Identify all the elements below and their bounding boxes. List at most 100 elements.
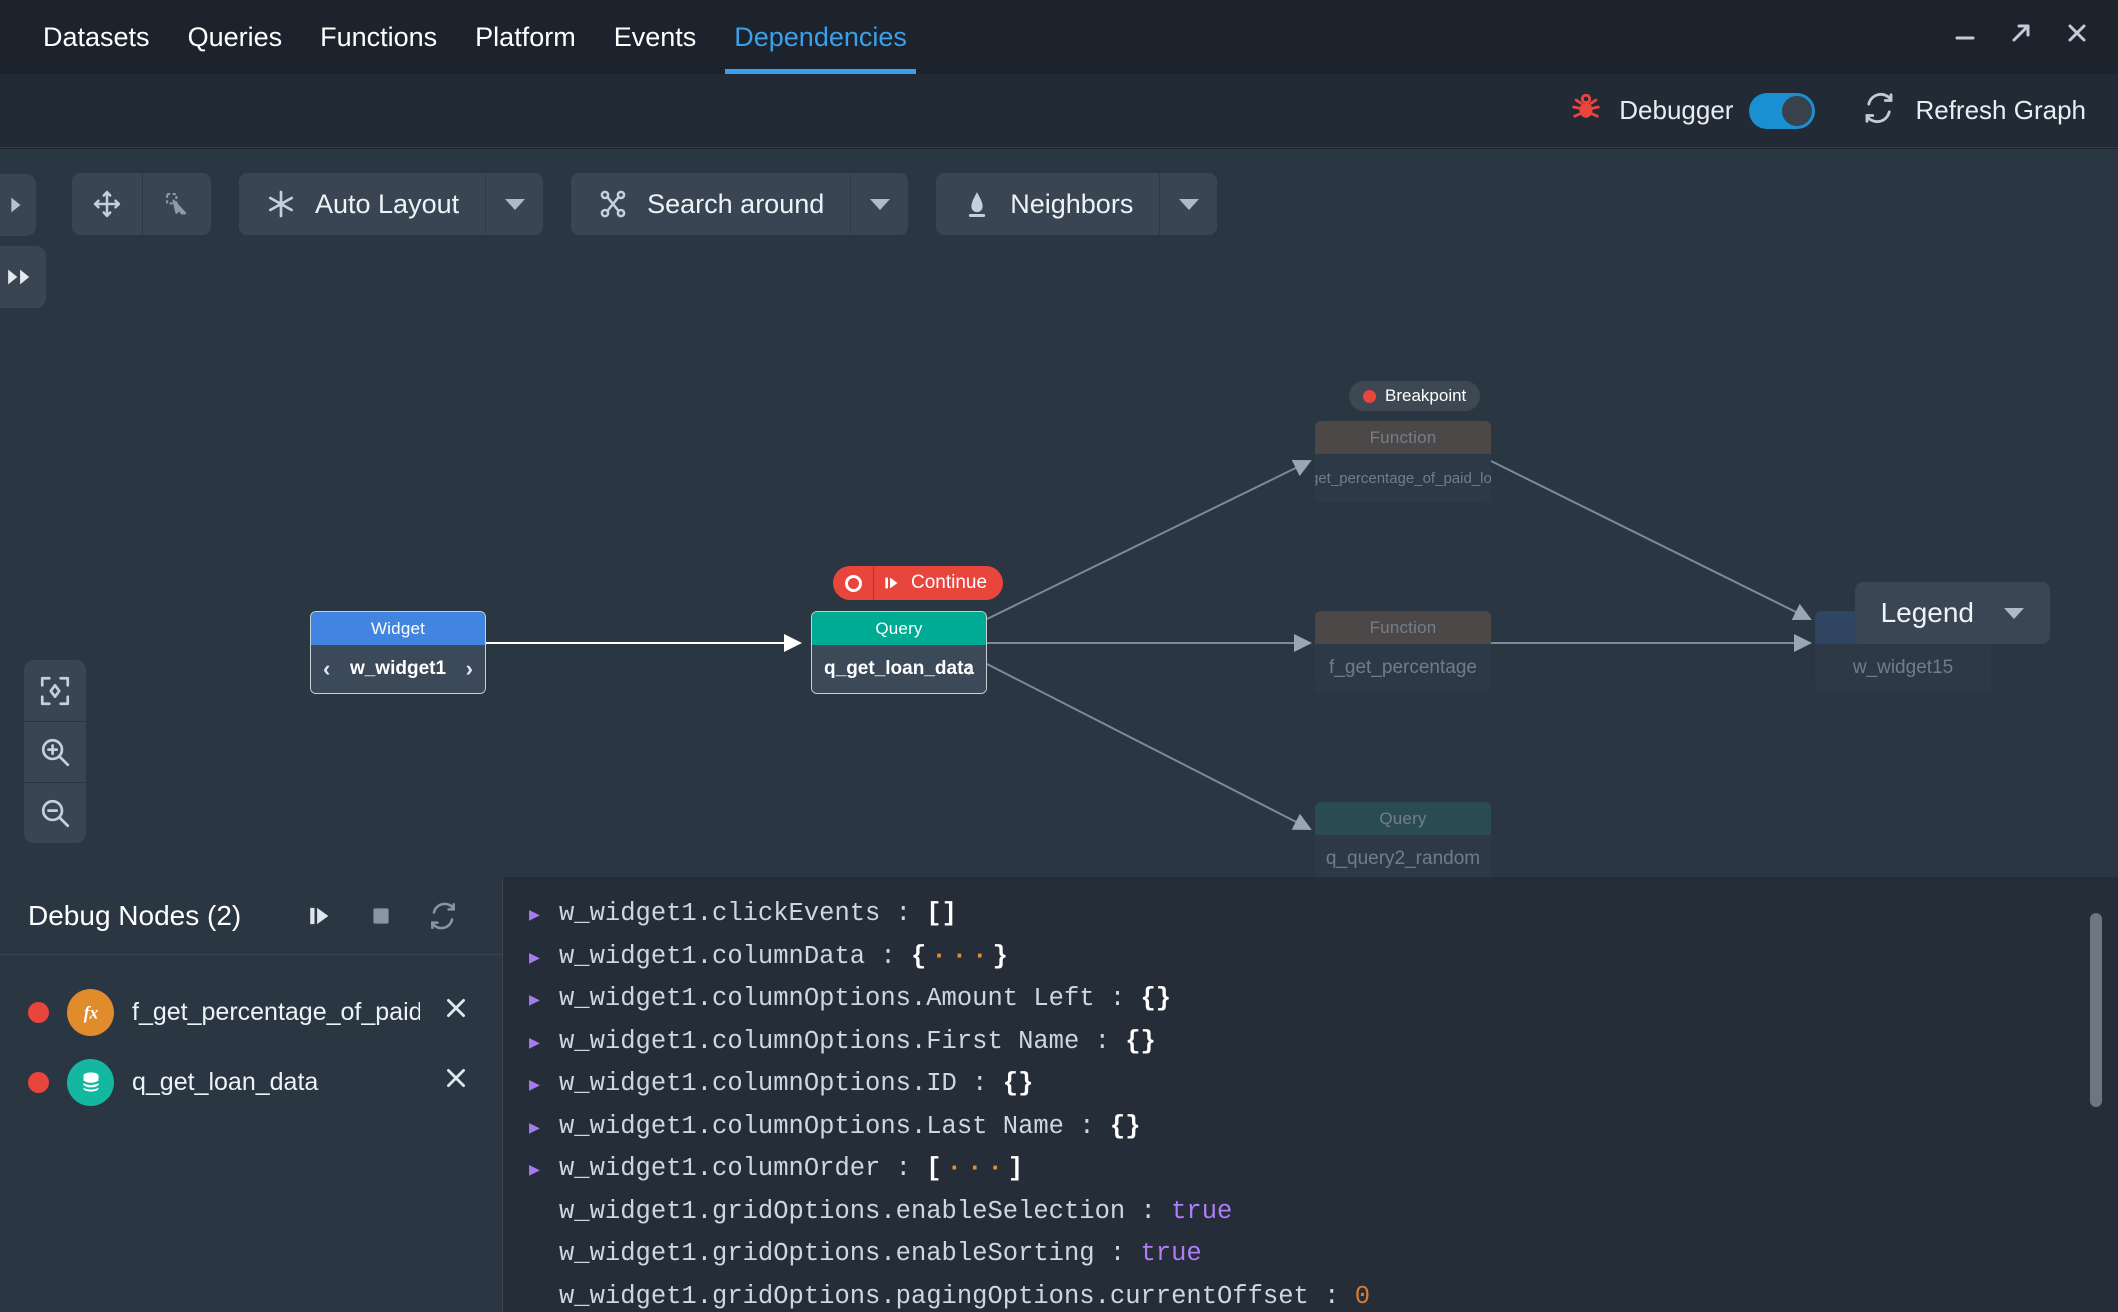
legend-button[interactable]: Legend bbox=[1854, 582, 2050, 644]
breakpoint-badge-label: Breakpoint bbox=[1385, 386, 1467, 405]
tab-dependencies[interactable]: Dependencies bbox=[715, 0, 926, 74]
graph-toolbar: Auto Layout Search around Neighbors bbox=[72, 173, 1218, 235]
neighbors-label: Neighbors bbox=[1010, 188, 1134, 219]
debug-console[interactable]: ▶ w_widget1.clickEvents : [] ▶ w_widget1.co… bbox=[503, 877, 2118, 1312]
console-value: [] bbox=[926, 899, 957, 928]
breakpoint-dot-icon[interactable] bbox=[28, 1071, 49, 1093]
refresh-graph-label: Refresh Graph bbox=[1915, 95, 2086, 125]
step-continue-button[interactable] bbox=[288, 901, 350, 931]
select-mode-button[interactable] bbox=[142, 173, 211, 235]
tab-datasets[interactable]: Datasets bbox=[24, 0, 169, 74]
auto-layout-dropdown-button[interactable] bbox=[485, 173, 543, 235]
chevron-left-icon[interactable]: ‹ bbox=[323, 656, 330, 682]
console-line[interactable]: ▶ w_widget1.columnOptions.Amount Left : {… bbox=[503, 984, 2118, 1027]
expand-all-panels-button[interactable] bbox=[0, 246, 46, 308]
restart-debug-button[interactable] bbox=[412, 900, 474, 932]
console-key: w_widget1.columnOptions.Last Name : bbox=[559, 1111, 1110, 1141]
tab-functions[interactable]: Functions bbox=[301, 0, 456, 74]
tab-events[interactable]: Events bbox=[595, 0, 716, 74]
debugger-toggle-group[interactable]: Debugger bbox=[1569, 91, 1816, 130]
chevron-down-icon bbox=[869, 198, 890, 210]
debug-node-row[interactable]: fx f_get_percentage_of_paid_lo... bbox=[0, 977, 502, 1047]
auto-layout-button[interactable]: Auto Layout bbox=[239, 173, 485, 235]
console-line[interactable]: ▶w_widget1.gridOptions.enableSelection :… bbox=[503, 1197, 2118, 1240]
stop-button[interactable] bbox=[350, 903, 412, 929]
main-tab-bar: Datasets Queries Functions Platform Events De… bbox=[0, 0, 926, 74]
minimize-button[interactable] bbox=[1950, 18, 1980, 48]
fit-to-screen-button[interactable] bbox=[24, 660, 86, 721]
console-key: w_widget1.gridOptions.enableSelection : bbox=[559, 1196, 1172, 1226]
graph-node-f_get_percentage[interactable]: Function f_get_percentage bbox=[1315, 611, 1491, 692]
zoom-out-icon bbox=[41, 799, 70, 828]
triangle-right-icon[interactable]: ▶ bbox=[529, 1162, 559, 1180]
continue-button[interactable]: Continue bbox=[873, 566, 1004, 600]
search-around-dropdown-button[interactable] bbox=[850, 173, 908, 235]
console-scrollbar[interactable] bbox=[2090, 913, 2102, 1107]
console-value: {} bbox=[1140, 984, 1172, 1013]
search-around-control: Search around bbox=[571, 173, 909, 235]
close-button[interactable] bbox=[2062, 18, 2092, 48]
console-line[interactable]: ▶ w_widget1.columnData : { · · · } bbox=[503, 942, 2118, 985]
continue-badge[interactable]: Continue bbox=[833, 566, 1004, 600]
chevron-down-icon bbox=[2004, 607, 2024, 619]
console-line[interactable]: ▶w_widget1.gridOptions.enableSorting : t… bbox=[503, 1239, 2118, 1282]
tab-queries[interactable]: Queries bbox=[169, 0, 302, 74]
console-key: w_widget1.clickEvents : bbox=[559, 899, 927, 928]
neighbors-dropdown-button[interactable] bbox=[1159, 173, 1217, 235]
triangle-right-icon[interactable]: ▶ bbox=[529, 992, 559, 1010]
console-value: true bbox=[1171, 1196, 1233, 1226]
debug-node-name: q_get_loan_data bbox=[132, 1067, 319, 1096]
chevron-down-icon bbox=[1178, 198, 1199, 210]
node-type-label: Query bbox=[1315, 802, 1491, 835]
console-line[interactable]: ▶ w_widget1.columnOrder : [ · · · ] bbox=[503, 1154, 2118, 1197]
neighbors-icon bbox=[969, 192, 986, 217]
console-line[interactable]: ▶ w_widget1.columnOptions.First Name : {} bbox=[503, 1027, 2118, 1070]
switch-knob bbox=[1782, 95, 1813, 126]
triangle-right-icon[interactable]: ▶ bbox=[529, 907, 559, 925]
remove-debug-node-button[interactable] bbox=[438, 1065, 474, 1099]
debug-node-row[interactable]: q_get_loan_data bbox=[0, 1047, 502, 1117]
bug-icon bbox=[1569, 91, 1603, 130]
debugger-switch[interactable] bbox=[1749, 92, 1816, 129]
stop-square-icon bbox=[373, 907, 389, 924]
refresh-graph-button[interactable]: Refresh Graph bbox=[1861, 90, 2086, 131]
breakpoint-badge[interactable]: Breakpoint bbox=[1349, 381, 1481, 411]
search-around-button[interactable]: Search around bbox=[571, 173, 850, 235]
pan-mode-button[interactable] bbox=[72, 173, 142, 235]
tab-platform[interactable]: Platform bbox=[456, 0, 595, 74]
debug-node-name: f_get_percentage_of_paid_lo... bbox=[132, 997, 420, 1026]
graph-canvas[interactable]: Auto Layout Search around Neighbors Lege… bbox=[0, 149, 2118, 877]
refresh-icon bbox=[1861, 90, 1897, 131]
triangle-right-icon[interactable]: ▶ bbox=[529, 1035, 559, 1053]
triangle-right-icon[interactable]: ▶ bbox=[529, 1077, 559, 1095]
fit-screen-icon bbox=[40, 676, 70, 705]
console-key: w_widget1.columnOptions.First Name : bbox=[559, 1026, 1126, 1056]
node-type-label: Function bbox=[1315, 421, 1491, 454]
chevron-right-icon[interactable]: › bbox=[967, 656, 974, 682]
neighbors-button[interactable]: Neighbors bbox=[936, 173, 1159, 235]
debugger-bar: Debugger Refresh Graph bbox=[0, 74, 2118, 148]
zoom-out-button[interactable] bbox=[24, 782, 86, 843]
console-value: {} bbox=[1109, 1111, 1141, 1141]
triangle-right-icon[interactable]: ▶ bbox=[529, 950, 559, 968]
zoom-in-button[interactable] bbox=[24, 721, 86, 782]
triangle-right-icon[interactable]: ▶ bbox=[529, 1120, 559, 1138]
console-line[interactable]: ▶w_widget1.gridOptions.pagingOptions.cur… bbox=[503, 1282, 2118, 1312]
expand-left-panel-button[interactable] bbox=[0, 174, 36, 236]
search-around-icon bbox=[600, 190, 626, 218]
console-line[interactable]: ▶ w_widget1.clickEvents : [] bbox=[503, 899, 2118, 942]
graph-node-q_get_loan_data[interactable]: Query q_get_loan_data › bbox=[811, 611, 987, 694]
chevron-right-icon[interactable]: › bbox=[466, 656, 473, 682]
console-line[interactable]: ▶ w_widget1.columnOptions.Last Name : {} bbox=[503, 1112, 2118, 1155]
node-body: q_query2_random bbox=[1315, 835, 1491, 877]
chevron-right-icon bbox=[11, 197, 21, 213]
breakpoint-dot-icon[interactable] bbox=[833, 566, 873, 600]
graph-node-q_query2_random[interactable]: Query q_query2_random bbox=[1315, 802, 1491, 877]
graph-node-w_widget1[interactable]: Widget ‹ w_widget1 › bbox=[310, 611, 486, 694]
console-key: w_widget1.columnOrder : bbox=[559, 1154, 927, 1183]
console-line[interactable]: ▶ w_widget1.columnOptions.ID : {} bbox=[503, 1069, 2118, 1112]
breakpoint-dot-icon[interactable] bbox=[28, 1001, 49, 1023]
remove-debug-node-button[interactable] bbox=[438, 995, 474, 1029]
graph-node-f_get_percentage_of_paid_loan[interactable]: Function f_get_percentage_of_paid_loan bbox=[1315, 421, 1491, 502]
maximize-button[interactable] bbox=[2006, 18, 2036, 48]
